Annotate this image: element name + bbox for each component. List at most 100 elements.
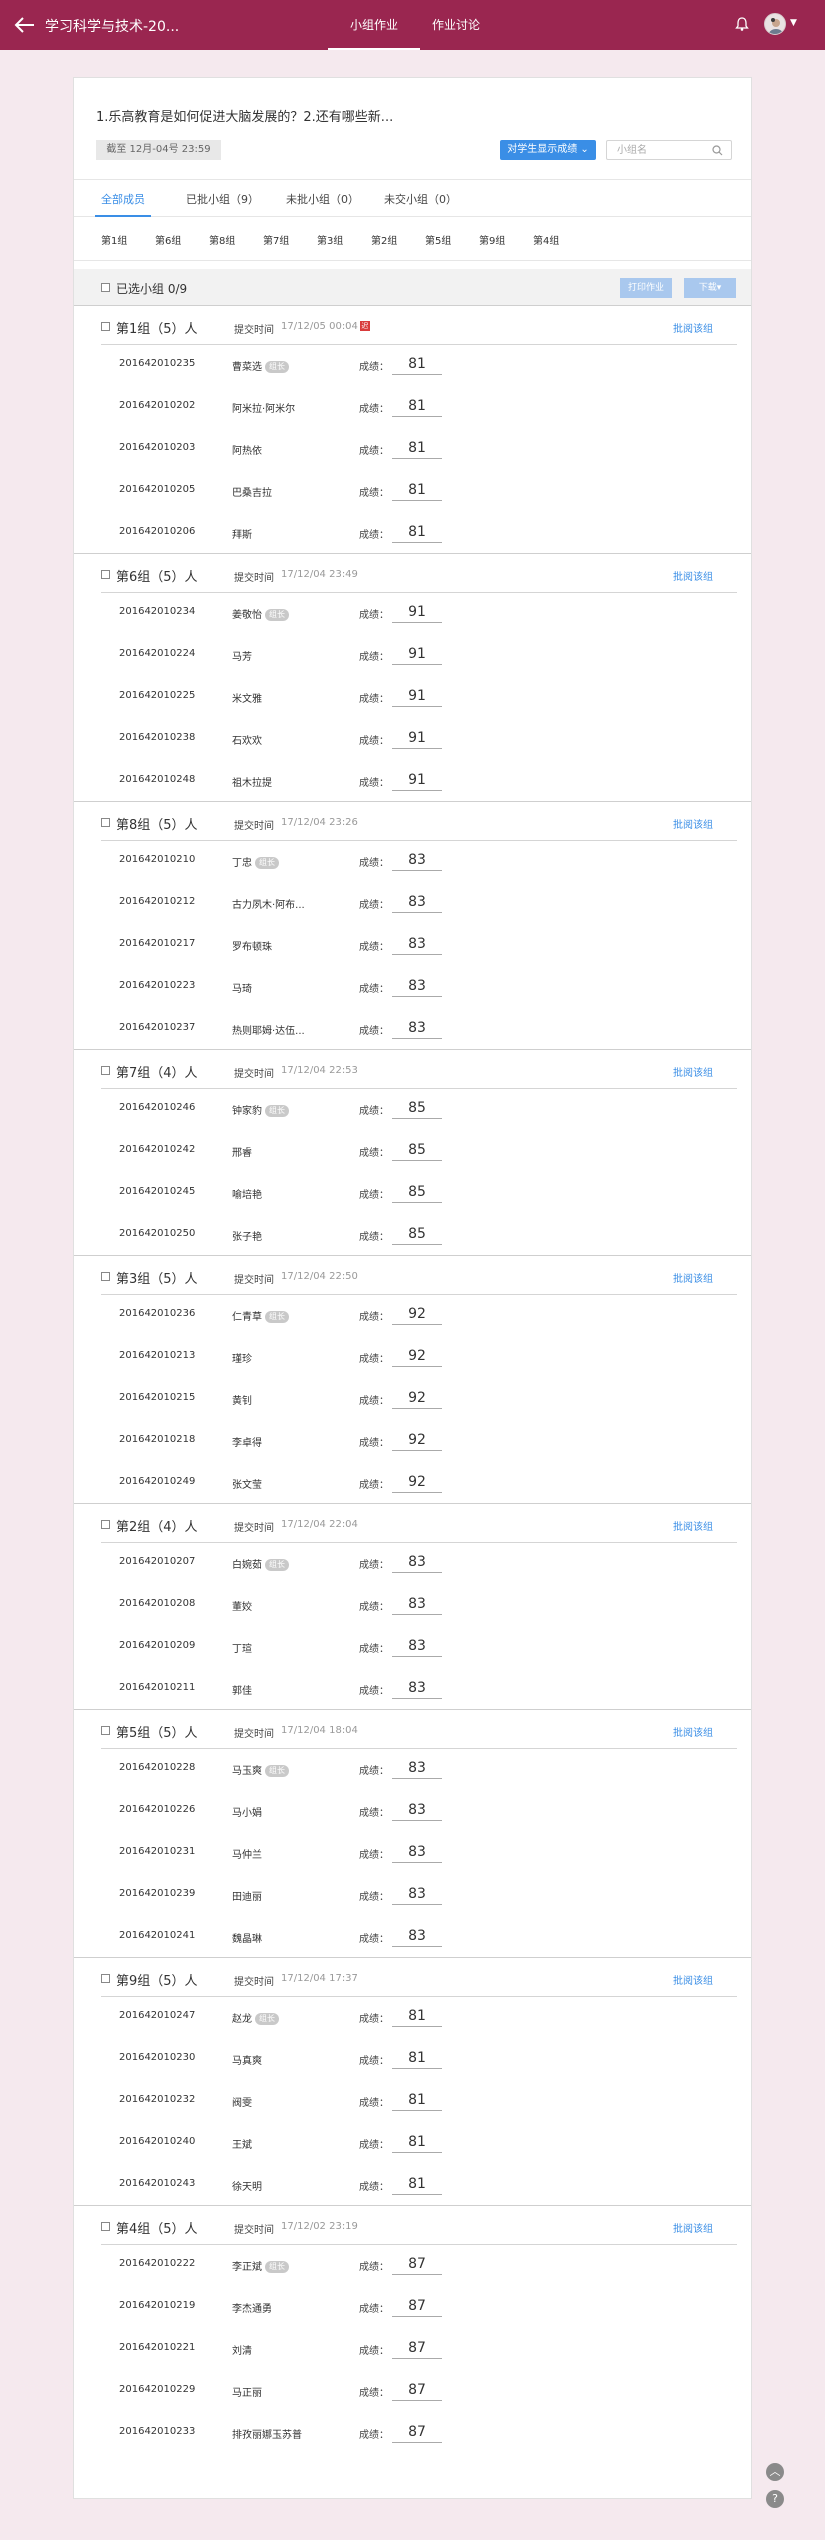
score-field[interactable]: 81 — [392, 2131, 442, 2153]
review-group-link[interactable]: 批阅该组 — [673, 816, 713, 831]
score-field[interactable]: 87 — [392, 2337, 442, 2359]
select-all-checkbox[interactable] — [101, 283, 110, 292]
score-field[interactable]: 91 — [392, 643, 442, 665]
score-field[interactable]: 83 — [392, 891, 442, 913]
student-name: 王斌 — [232, 2136, 252, 2151]
group-checkbox[interactable] — [101, 570, 110, 579]
group-block: 第1组（5）人 提交时间 17/12/05 00:04 迟 批阅该组 2016420102… — [74, 305, 751, 553]
group-filter-item[interactable]: 第6组 — [155, 232, 181, 247]
group-filter-item[interactable]: 第1组 — [101, 232, 127, 247]
score-field[interactable]: 83 — [392, 1925, 442, 1947]
student-name: 郭佳 — [232, 1682, 252, 1697]
score-label: 成绩： — [359, 942, 389, 953]
help-button[interactable]: ? — [766, 2490, 784, 2508]
show-scores-button[interactable]: 对学生显示成绩 ⌄ — [500, 140, 596, 160]
score-field[interactable]: 83 — [392, 1593, 442, 1615]
group-filter-item[interactable]: 第7组 — [263, 232, 289, 247]
score-field[interactable]: 81 — [392, 2047, 442, 2069]
group-search-input[interactable] — [607, 141, 707, 159]
score-field[interactable]: 85 — [392, 1139, 442, 1161]
group-checkbox[interactable] — [101, 2222, 110, 2231]
score-field[interactable]: 85 — [392, 1223, 442, 1245]
score-field[interactable]: 83 — [392, 933, 442, 955]
group-checkbox[interactable] — [101, 1974, 110, 1983]
score-field[interactable]: 81 — [392, 2005, 442, 2027]
tab-ungraded-groups[interactable]: 未批小组（0） — [286, 191, 359, 207]
score-field[interactable]: 83 — [392, 1635, 442, 1657]
score-field[interactable]: 83 — [392, 1757, 442, 1779]
review-group-link[interactable]: 批阅该组 — [673, 1724, 713, 1739]
group-checkbox[interactable] — [101, 322, 110, 331]
group-filter-item[interactable]: 第9组 — [479, 232, 505, 247]
group-name: 第7组（4）人 — [116, 1066, 198, 1081]
group-filter-item[interactable]: 第5组 — [425, 232, 451, 247]
group-filter-item[interactable]: 第4组 — [533, 232, 559, 247]
group-checkbox[interactable] — [101, 818, 110, 827]
score-field[interactable]: 85 — [392, 1181, 442, 1203]
score-field[interactable]: 83 — [392, 1677, 442, 1699]
group-filter-item[interactable]: 第8组 — [209, 232, 235, 247]
tab-all-members[interactable]: 全部成员 — [95, 191, 151, 217]
tab-graded-groups[interactable]: 已批小组（9） — [186, 191, 259, 207]
question-text: 1.乐高教育是如何促进大脑发展的？2.还有哪些新... — [96, 110, 394, 125]
score-field[interactable]: 85 — [392, 1097, 442, 1119]
score-field[interactable]: 91 — [392, 769, 442, 791]
group-search-box[interactable] — [606, 140, 732, 160]
score-field[interactable]: 83 — [392, 1551, 442, 1573]
review-group-link[interactable]: 批阅该组 — [673, 320, 713, 335]
group-checkbox[interactable] — [101, 1066, 110, 1075]
score-field[interactable]: 87 — [392, 2421, 442, 2443]
tab-group-homework[interactable]: 小组作业 — [327, 16, 421, 50]
score-field[interactable]: 92 — [392, 1387, 442, 1409]
bell-icon[interactable] — [734, 16, 750, 32]
score-field[interactable]: 83 — [392, 1883, 442, 1905]
group-filter-item[interactable]: 第2组 — [371, 232, 397, 247]
score-field[interactable]: 81 — [392, 2173, 442, 2195]
score-field[interactable]: 83 — [392, 1799, 442, 1821]
review-group-link[interactable]: 批阅该组 — [673, 2220, 713, 2235]
score-field[interactable]: 92 — [392, 1429, 442, 1451]
user-avatar[interactable] — [764, 13, 786, 35]
score-field[interactable]: 81 — [392, 521, 442, 543]
score-label: 成绩： — [359, 694, 389, 705]
back-to-top-button[interactable]: ︿ — [766, 2463, 784, 2481]
score-field[interactable]: 92 — [392, 1471, 442, 1493]
score-field[interactable]: 91 — [392, 601, 442, 623]
score-label: 成绩： — [359, 1106, 389, 1117]
chevron-down-icon[interactable]: ▼ — [790, 18, 797, 28]
back-arrow-icon[interactable] — [14, 14, 36, 36]
submit-time-value: 17/12/04 22:50 — [281, 1271, 358, 1282]
score-field[interactable]: 83 — [392, 1017, 442, 1039]
review-group-link[interactable]: 批阅该组 — [673, 1972, 713, 1987]
tab-homework-discussion[interactable]: 作业讨论 — [432, 16, 480, 33]
group-checkbox[interactable] — [101, 1520, 110, 1529]
group-checkbox[interactable] — [101, 1726, 110, 1735]
download-button[interactable]: 下载▾ — [684, 278, 736, 298]
score-field[interactable]: 81 — [392, 395, 442, 417]
score-field[interactable]: 87 — [392, 2295, 442, 2317]
score-label: 成绩： — [359, 446, 389, 457]
score-field[interactable]: 87 — [392, 2379, 442, 2401]
score-field[interactable]: 92 — [392, 1303, 442, 1325]
review-group-link[interactable]: 批阅该组 — [673, 568, 713, 583]
review-group-link[interactable]: 批阅该组 — [673, 1270, 713, 1285]
score-field[interactable]: 83 — [392, 975, 442, 997]
score-field[interactable]: 92 — [392, 1345, 442, 1367]
score-field[interactable]: 81 — [392, 2089, 442, 2111]
score-field[interactable]: 83 — [392, 1841, 442, 1863]
print-homework-button[interactable]: 打印作业 — [620, 278, 672, 298]
student-name: 刘清 — [232, 2342, 252, 2357]
tab-unsubmitted-groups[interactable]: 未交小组（0） — [384, 191, 457, 207]
group-checkbox[interactable] — [101, 1272, 110, 1281]
score-field[interactable]: 87 — [392, 2253, 442, 2275]
review-group-link[interactable]: 批阅该组 — [673, 1518, 713, 1533]
group-filter-item[interactable]: 第3组 — [317, 232, 343, 247]
search-icon[interactable] — [712, 145, 723, 156]
score-field[interactable]: 81 — [392, 353, 442, 375]
score-field[interactable]: 81 — [392, 437, 442, 459]
score-field[interactable]: 81 — [392, 479, 442, 501]
review-group-link[interactable]: 批阅该组 — [673, 1064, 713, 1079]
score-field[interactable]: 91 — [392, 727, 442, 749]
score-field[interactable]: 83 — [392, 849, 442, 871]
score-field[interactable]: 91 — [392, 685, 442, 707]
